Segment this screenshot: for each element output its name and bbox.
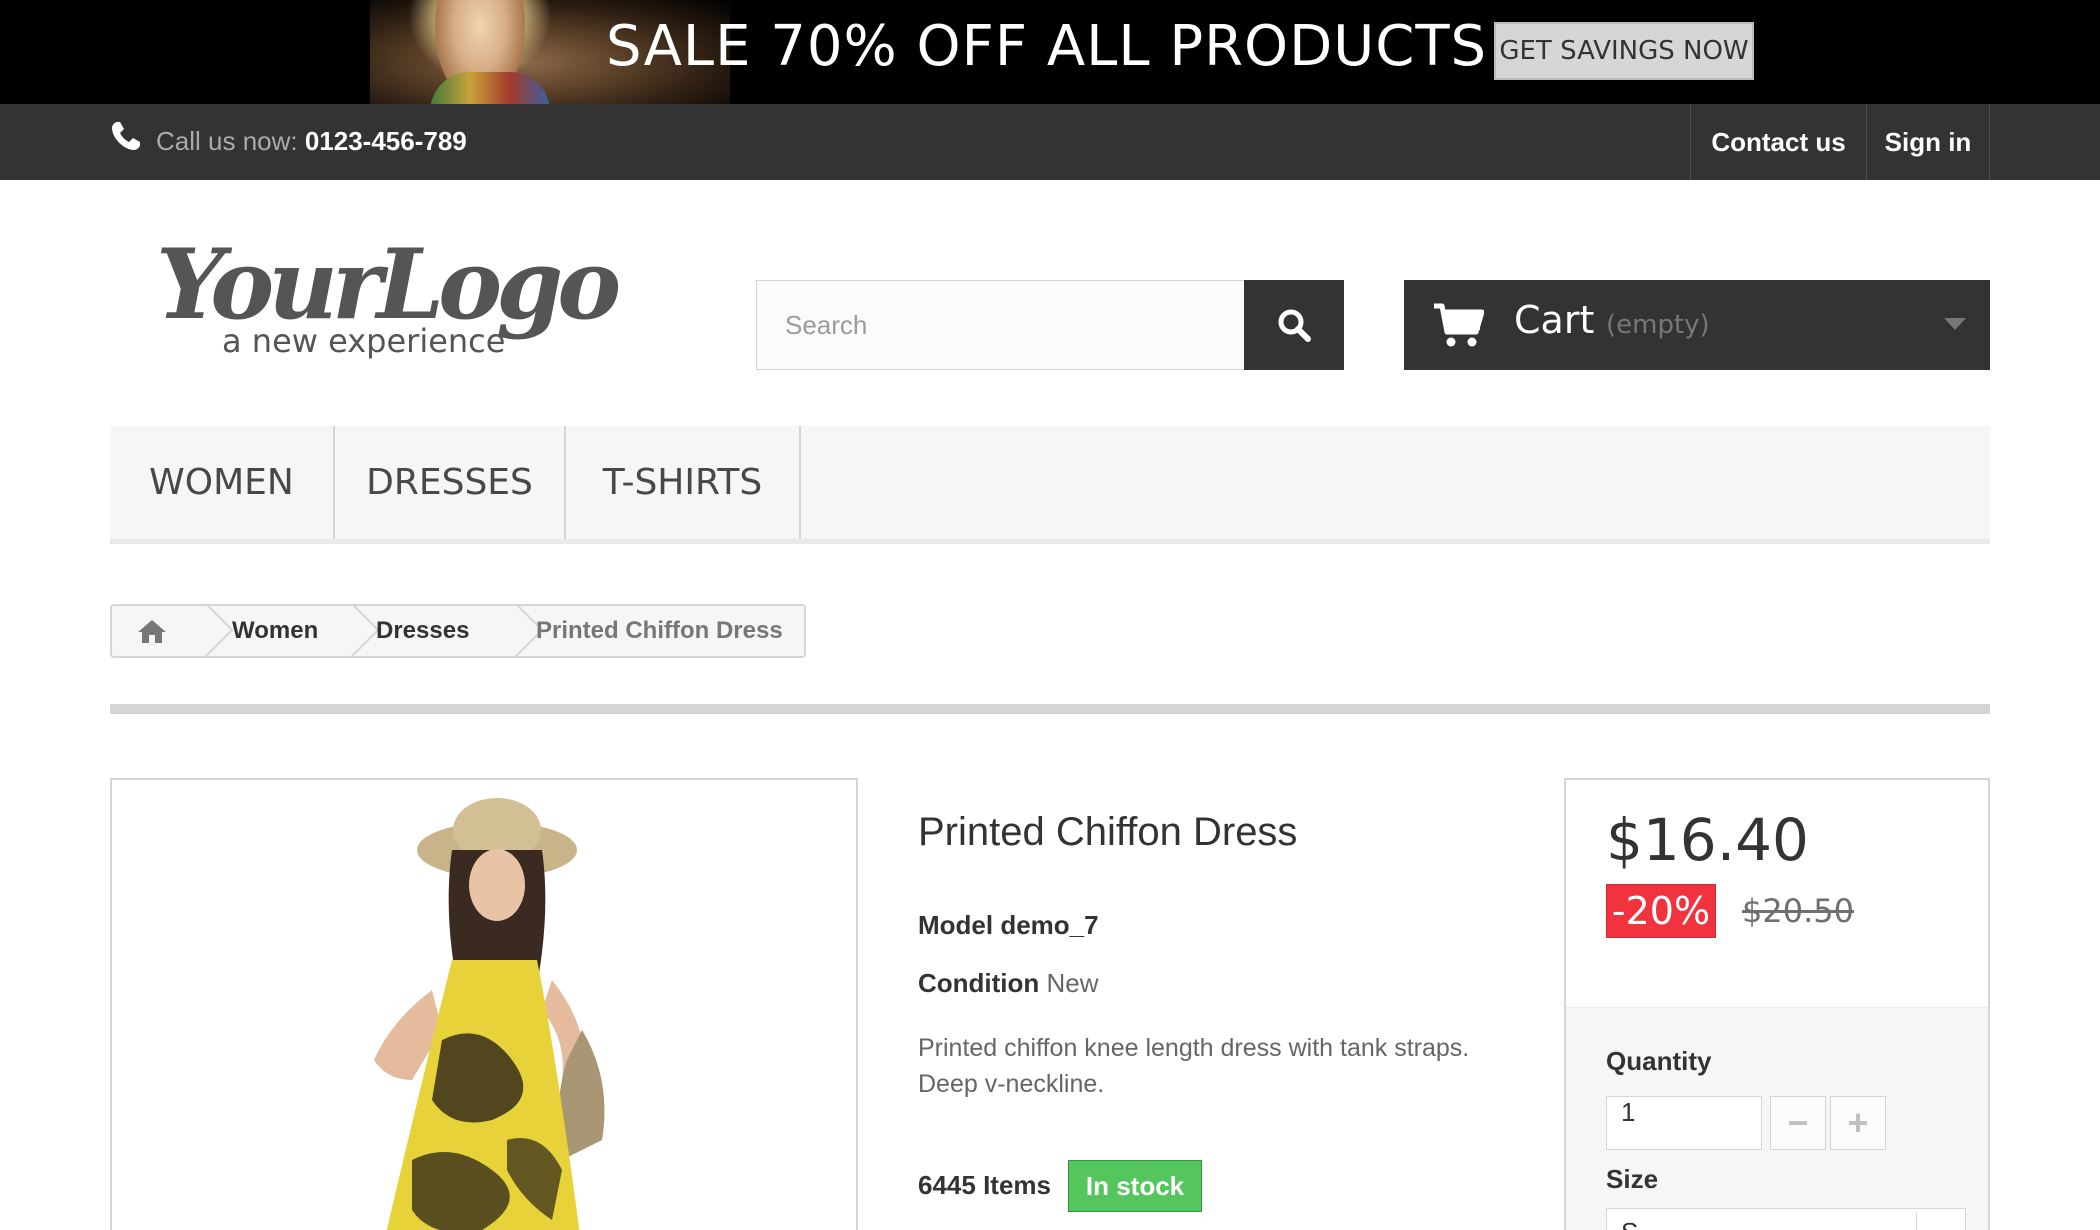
section-divider bbox=[110, 704, 1990, 714]
menu-item-t-shirts[interactable]: T-SHIRTS bbox=[566, 426, 801, 539]
call-us-text: Call us now: 0123-456-789 bbox=[156, 126, 467, 156]
menu-item-women[interactable]: WOMEN bbox=[110, 426, 335, 539]
product-image[interactable] bbox=[110, 778, 858, 1230]
cart-button[interactable]: Cart (empty) bbox=[1404, 280, 1990, 370]
quantity-label: Quantity bbox=[1606, 1046, 1712, 1076]
chevron-down-icon bbox=[1916, 1212, 1960, 1230]
cart-label: Cart bbox=[1514, 298, 1595, 342]
search-icon bbox=[1278, 309, 1311, 342]
cart-status: (empty) bbox=[1606, 310, 1710, 340]
promo-banner[interactable]: SALE 70% OFF ALL PRODUCTS GET SAVINGS NO… bbox=[0, 0, 2100, 104]
stock-badge: In stock bbox=[1068, 1160, 1202, 1212]
quantity-plus-button[interactable]: + bbox=[1830, 1096, 1886, 1150]
product-model: Model demo_7 bbox=[918, 910, 1099, 940]
store-logo[interactable]: YourLogo a new experience bbox=[152, 218, 632, 368]
contact-us-link[interactable]: Contact us bbox=[1690, 104, 1866, 180]
product-quantity: 6445 Items bbox=[918, 1170, 1051, 1200]
breadcrumb-dresses[interactable]: Dresses bbox=[376, 606, 469, 656]
breadcrumb-current: Printed Chiffon Dress bbox=[536, 617, 783, 644]
price-section: $16.40 -20% $20.50 bbox=[1566, 780, 1988, 1008]
cart-icon bbox=[1434, 303, 1484, 347]
product-photo bbox=[374, 798, 605, 1230]
breadcrumb: Women Dresses Printed Chiffon Dress bbox=[110, 604, 806, 658]
banner-headline: SALE 70% OFF ALL PRODUCTS bbox=[606, 14, 1488, 79]
logo-tagline: a new experience bbox=[222, 322, 505, 360]
menu-item-dresses[interactable]: DRESSES bbox=[335, 426, 566, 539]
discount-badge: -20% bbox=[1606, 884, 1716, 938]
phone-icon bbox=[112, 122, 140, 150]
sign-in-link[interactable]: Sign in bbox=[1866, 104, 1990, 180]
old-price: $20.50 bbox=[1742, 892, 1854, 930]
product-condition: Condition New bbox=[918, 968, 1099, 998]
quantity-minus-button[interactable]: − bbox=[1770, 1096, 1826, 1150]
search-button[interactable] bbox=[1244, 280, 1344, 370]
product-description: Printed chiffon knee length dress with t… bbox=[918, 1034, 1470, 1098]
get-savings-button[interactable]: GET SAVINGS NOW bbox=[1494, 22, 1754, 80]
size-select[interactable]: S bbox=[1606, 1208, 1966, 1230]
phone-number: 0123-456-789 bbox=[304, 126, 467, 156]
chevron-down-icon bbox=[1944, 318, 1966, 330]
main-menu: WOMEN DRESSES T-SHIRTS bbox=[110, 426, 1990, 544]
current-price: $16.40 bbox=[1606, 806, 1809, 874]
search-input[interactable]: Search bbox=[756, 280, 1246, 370]
size-label: Size bbox=[1606, 1164, 1659, 1194]
product-title: Printed Chiffon Dress bbox=[918, 810, 1298, 854]
quantity-input[interactable]: 1 bbox=[1606, 1096, 1762, 1150]
buy-box: $16.40 -20% $20.50 Quantity 1 − + Size S bbox=[1564, 778, 1990, 1230]
